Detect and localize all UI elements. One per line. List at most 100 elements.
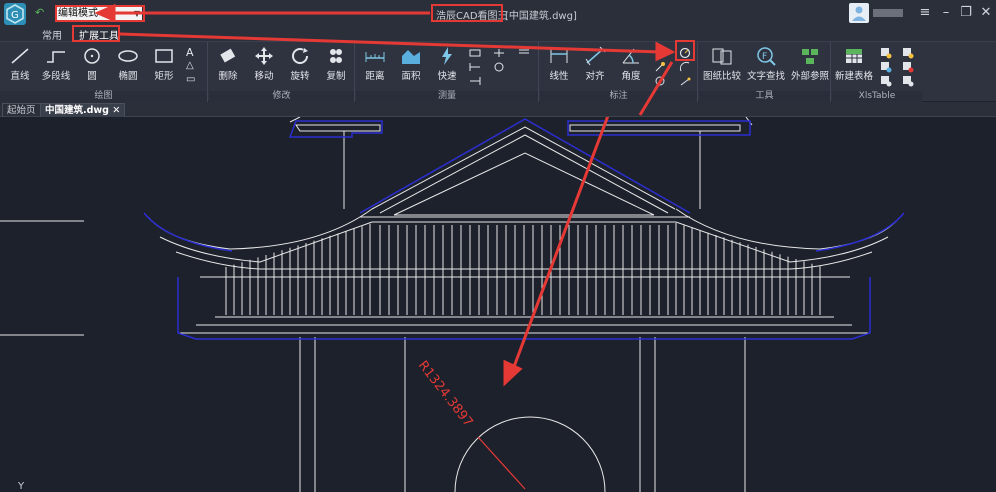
- new-table-button[interactable]: 新建表格: [834, 46, 874, 82]
- delete-button[interactable]: 删除: [210, 46, 246, 82]
- text-find-icon: F: [757, 47, 776, 66]
- measure-small-icon-3[interactable]: [469, 75, 481, 87]
- rectangle-button-label: 矩形: [154, 71, 174, 82]
- ribbon-group-xlstable: 新建表格 XlsTable: [832, 42, 922, 102]
- measure-small-icon-2[interactable]: [469, 61, 481, 73]
- delete-button-label: 删除: [218, 71, 238, 82]
- highlight-mode-select: [55, 5, 145, 22]
- measure-small-icon-6[interactable]: [518, 47, 530, 59]
- text-icon[interactable]: A: [186, 46, 198, 59]
- area-button-label: 面积: [401, 71, 421, 82]
- rotate-icon: [292, 48, 308, 64]
- doctab-start-page[interactable]: 起始页: [2, 103, 41, 117]
- table-small-icon-6[interactable]: [902, 75, 914, 87]
- xref-button[interactable]: 外部参照: [789, 46, 831, 82]
- linear-dim-button-label: 线性: [549, 71, 569, 82]
- doctab-drawing-label: 中国建筑.dwg: [45, 105, 109, 116]
- measure-small-icon-4[interactable]: [493, 47, 505, 59]
- group-label-xlstable: XlsTable: [832, 91, 922, 102]
- distance-button[interactable]: 距离: [357, 46, 393, 82]
- dim-small-icon-1[interactable]: [654, 47, 666, 59]
- rotate-button-label: 旋转: [290, 71, 310, 82]
- drawing-compare-button[interactable]: 图纸比较: [701, 46, 743, 82]
- building-drawing: R1324.3897 Y: [0, 117, 905, 492]
- polyline-icon: [47, 51, 65, 63]
- ribbon-group-tools: 图纸比较 F 文字查找 外部参照 工具: [699, 42, 831, 102]
- ellipse-button-label: 椭圆: [118, 71, 138, 82]
- leader-dim-icon[interactable]: [679, 75, 691, 87]
- drawing-compare-button-label: 图纸比较: [702, 71, 741, 82]
- aligned-dim-icon: [585, 46, 606, 66]
- xref-button-label: 外部参照: [790, 71, 829, 82]
- dimension-line: [477, 436, 526, 490]
- move-button[interactable]: 移动: [246, 46, 282, 82]
- circle-button[interactable]: 圆: [74, 46, 110, 82]
- minimize-icon[interactable]: –: [937, 4, 955, 22]
- circle-icon: [84, 48, 100, 64]
- group-label-modify: 修改: [209, 91, 354, 102]
- angle-dim-button[interactable]: 角度: [613, 46, 649, 82]
- highlight-radius-dim: [675, 40, 695, 61]
- dimension-text: R1324.3897: [415, 358, 476, 430]
- highlight-app-title: [431, 4, 503, 22]
- linear-dim-button[interactable]: 线性: [541, 46, 577, 82]
- menu-icon[interactable]: ≡: [916, 4, 934, 22]
- undo-icon[interactable]: ↶: [35, 6, 44, 19]
- close-icon[interactable]: ✕: [112, 105, 120, 116]
- table-small-icon-1[interactable]: [880, 47, 892, 59]
- ellipse-button[interactable]: 椭圆: [110, 46, 146, 82]
- ucs-icon: Y: [17, 481, 25, 492]
- ribbon-tab-row: 常用 扩展工具: [0, 26, 996, 42]
- line-icon: [11, 48, 29, 64]
- ribbon-group-modify: 删除 移动 旋转 复制 修改: [209, 42, 355, 102]
- quick-measure-icon: [442, 47, 452, 65]
- username: [873, 9, 903, 17]
- dim-small-icon-3[interactable]: [654, 75, 666, 87]
- angle-dim-icon: [622, 48, 639, 64]
- linear-dim-icon: [550, 49, 568, 63]
- aligned-dim-button[interactable]: 对齐: [577, 46, 613, 82]
- measure-small-icon-1[interactable]: [469, 47, 481, 59]
- new-table-button-label: 新建表格: [834, 71, 873, 82]
- polyline-button[interactable]: 多段线: [38, 46, 74, 82]
- document-tabs: 起始页 中国建筑.dwg ✕: [0, 102, 996, 117]
- move-icon: [255, 47, 273, 65]
- svg-text:G: G: [11, 10, 19, 21]
- ribbon-group-measure: 距离 面积 快速 测量: [356, 42, 539, 102]
- triangle-icon[interactable]: △: [186, 60, 198, 72]
- table-small-icon-3[interactable]: [880, 75, 892, 87]
- measure-small-icon-5[interactable]: [493, 61, 505, 73]
- file-title: [中国建筑.dwg]: [505, 11, 577, 22]
- area-button[interactable]: 面积: [393, 46, 429, 82]
- line-button[interactable]: 直线: [2, 46, 38, 82]
- restore-icon[interactable]: ❐: [957, 4, 975, 22]
- rotate-button[interactable]: 旋转: [282, 46, 318, 82]
- table-icon: [846, 49, 862, 63]
- move-button-label: 移动: [254, 71, 274, 82]
- table-small-icon-2[interactable]: [880, 61, 892, 73]
- quick-measure-button[interactable]: 快速: [429, 46, 465, 82]
- arc-dim-icon[interactable]: [679, 61, 691, 73]
- doctab-drawing[interactable]: 中国建筑.dwg ✕: [40, 103, 126, 117]
- copy-button[interactable]: 复制: [318, 46, 354, 82]
- ruler-icon[interactable]: ▭: [186, 74, 198, 86]
- group-label-measure: 测量: [356, 91, 538, 102]
- text-find-button-label: 文字查找: [746, 71, 785, 82]
- compare-icon: [712, 48, 732, 65]
- dim-small-icon-2[interactable]: [654, 61, 666, 73]
- app-logo-icon[interactable]: G: [4, 3, 26, 25]
- ribbon: 直线 多段线 圆 椭圆 矩形 A △ ▭ 绘图 删除 移动 旋转 复制 修改 距…: [0, 41, 996, 102]
- avatar[interactable]: [849, 3, 869, 23]
- table-small-icon-5[interactable]: [902, 61, 914, 73]
- rectangle-button[interactable]: 矩形: [146, 46, 182, 82]
- quick-measure-button-label: 快速: [437, 71, 457, 82]
- highlight-extended-tab: [72, 25, 120, 42]
- area-icon: [402, 50, 420, 64]
- table-small-icon-4[interactable]: [902, 47, 914, 59]
- tab-common[interactable]: 常用: [42, 27, 62, 42]
- group-label-annotate: 标注: [540, 91, 697, 102]
- drawing-canvas[interactable]: R1324.3897 Y: [0, 117, 996, 492]
- close-icon[interactable]: ✕: [977, 4, 995, 22]
- xref-icon: [802, 49, 818, 64]
- text-find-button[interactable]: F 文字查找: [745, 46, 787, 82]
